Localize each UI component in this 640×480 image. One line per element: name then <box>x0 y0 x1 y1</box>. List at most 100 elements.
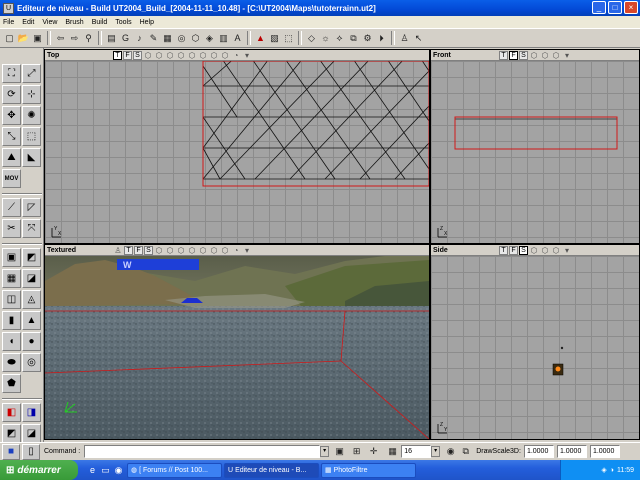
grid-dropdown-arrow[interactable]: ▾ <box>431 446 441 457</box>
grid-size-select[interactable]: 16 <box>401 445 432 458</box>
vertex-snap-icon[interactable]: ✛ <box>367 445 380 459</box>
vertex-mode-icon[interactable]: ⊹ <box>22 85 41 104</box>
menu-brush[interactable]: Brush <box>65 19 83 26</box>
dynamic-light-icon[interactable]: ⬡ <box>551 246 561 255</box>
static-mesh-browser-icon[interactable]: ◈ <box>203 31 216 45</box>
new-map-icon[interactable]: ▢ <box>3 31 16 45</box>
realtime-preview-icon[interactable]: ◔ <box>231 246 241 255</box>
realtime-preview-icon[interactable]: ◔ <box>231 51 241 60</box>
dynamic-light-icon[interactable]: ⬡ <box>209 246 219 255</box>
music-browser-icon[interactable]: ♪ <box>133 31 146 45</box>
linear-stair-icon[interactable]: ◪ <box>22 269 41 288</box>
menu-edit[interactable]: Edit <box>22 19 34 26</box>
build-lighting-icon[interactable]: ☼ <box>319 31 332 45</box>
clock[interactable]: 11:59 <box>617 467 634 474</box>
log-window-icon[interactable]: ▣ <box>333 445 346 459</box>
sheet-brush-icon[interactable]: ▦ <box>2 269 21 288</box>
side-viewport-canvas[interactable]: ZY <box>431 256 639 439</box>
build-paths-icon[interactable]: ⟡ <box>333 31 346 45</box>
person-icon[interactable]: ♙ <box>398 31 411 45</box>
wireframe-icon[interactable]: ⬡ <box>529 51 539 60</box>
depth-complexity-icon[interactable]: ⬡ <box>220 51 230 60</box>
volumetric-icon[interactable]: ◬ <box>22 290 41 309</box>
csg-add-icon[interactable]: ◧ <box>2 403 21 422</box>
minimize-button[interactable]: _ <box>592 1 606 14</box>
font-browser-icon[interactable]: A <box>231 31 244 45</box>
textured-view-f-button[interactable]: F <box>134 245 143 255</box>
face-drag-icon[interactable]: ◣ <box>22 148 41 167</box>
texture-browser-icon[interactable]: ▦ <box>161 31 174 45</box>
csg-deintersect-icon[interactable]: ◪ <box>22 424 41 443</box>
lighting-only-icon[interactable]: ⬡ <box>209 51 219 60</box>
desktop-quicklaunch-icon[interactable]: ▭ <box>99 463 112 477</box>
drawscale-x-field[interactable]: 1.0000 <box>523 445 554 458</box>
curved-stair-icon[interactable]: ◩ <box>22 248 41 267</box>
curved-brush-icon[interactable]: ◖ <box>2 332 21 351</box>
group-browser-icon[interactable]: G <box>119 31 132 45</box>
side-view-s-button[interactable]: S <box>519 245 528 255</box>
csg-subtract-icon[interactable]: ◨ <box>22 403 41 422</box>
matinee-icon[interactable]: ▧ <box>268 31 281 45</box>
search-actors-icon[interactable]: ⚲ <box>82 31 95 45</box>
line-clip-icon[interactable]: ⟋ <box>2 198 21 217</box>
texture-usage-icon[interactable]: ⬡ <box>165 51 175 60</box>
sound-browser-icon[interactable]: ✎ <box>147 31 160 45</box>
camera-person-icon[interactable]: ♙ <box>113 246 123 255</box>
play-map-icon[interactable]: ⏵ <box>375 31 388 45</box>
maximize-viewport-icon[interactable]: ⧉ <box>459 445 472 459</box>
command-input[interactable] <box>84 445 321 458</box>
grid-toggle-icon[interactable]: ▦ <box>386 445 399 459</box>
show-selected-icon[interactable]: ▯ <box>22 443 40 460</box>
taskbar-item-forums[interactable]: ◍ [ Forums // Post 100... <box>127 462 222 478</box>
top-view-s-button[interactable]: S <box>133 50 142 60</box>
browser-quicklaunch-icon[interactable]: e <box>86 463 99 477</box>
textured-view-s-button[interactable]: S <box>144 245 153 255</box>
shear-mode-icon[interactable]: ⤡ <box>2 127 21 146</box>
command-dropdown-arrow[interactable]: ▾ <box>320 446 330 457</box>
redo-icon[interactable]: ⇨ <box>68 31 81 45</box>
movie-mode-icon[interactable]: MOV <box>2 169 21 188</box>
textured-viewport-canvas[interactable]: W <box>45 256 429 439</box>
menu-tools[interactable]: Tools <box>115 19 131 26</box>
dynamic-light-icon[interactable]: ⬡ <box>198 51 208 60</box>
polygon-icon[interactable]: ◸ <box>22 198 41 217</box>
drawscale-y-field[interactable]: 1.0000 <box>556 445 587 458</box>
terrain-editor-icon[interactable]: ▲ <box>254 31 267 45</box>
menu-file[interactable]: File <box>3 19 14 26</box>
drawscale-z-field[interactable]: 1.0000 <box>589 445 620 458</box>
network-icon[interactable]: ◈ <box>601 466 606 474</box>
viewport-options-icon[interactable]: ▾ <box>562 51 572 60</box>
viewport-options-icon[interactable]: ▾ <box>242 246 252 255</box>
lock-selection-icon[interactable]: ⊞ <box>350 445 363 459</box>
media-quicklaunch-icon[interactable]: ◉ <box>112 463 125 477</box>
save-map-icon[interactable]: ▣ <box>31 31 44 45</box>
undo-icon[interactable]: ⇦ <box>54 31 67 45</box>
rotation-grid-icon[interactable]: ◉ <box>444 445 457 459</box>
front-viewport[interactable]: Front T F S ⬡ ⬡ ⬡ ▾ ZX <box>430 49 640 244</box>
clip-flip-icon[interactable]: ⤧ <box>22 219 41 238</box>
front-viewport-canvas[interactable]: ZX <box>431 61 639 243</box>
brush-clip-icon[interactable]: ⬚ <box>22 127 41 146</box>
textured-icon[interactable]: ⬡ <box>187 51 197 60</box>
menu-help[interactable]: Help <box>140 19 154 26</box>
cylinder-brush-icon[interactable]: ▮ <box>2 311 21 330</box>
maximize-button[interactable]: □ <box>608 1 622 14</box>
prefab-browser-icon[interactable]: ⬡ <box>189 31 202 45</box>
dynamic-light-icon[interactable]: ⬡ <box>551 51 561 60</box>
terrain-mode-icon[interactable]: ⛰ <box>2 148 21 167</box>
mesh-browser-icon[interactable]: ◎ <box>175 31 188 45</box>
actor-browser-icon[interactable]: ▤ <box>105 31 118 45</box>
open-map-icon[interactable]: 📂 <box>17 31 30 45</box>
animation-browser-icon[interactable]: ▥ <box>217 31 230 45</box>
camera-mode-icon[interactable]: ⛶ <box>2 64 21 83</box>
build-all-icon[interactable]: ⧉ <box>347 31 360 45</box>
viewport-options-icon[interactable]: ▾ <box>562 246 572 255</box>
textured-view-t-button[interactable]: T <box>124 245 133 255</box>
sphere-brush-icon[interactable]: ● <box>22 332 41 351</box>
spiral-stair-icon[interactable]: ◫ <box>2 290 21 309</box>
top-view-f-button[interactable]: F <box>123 50 132 60</box>
front-view-f-button[interactable]: F <box>509 50 518 60</box>
textured-icon[interactable]: ⬡ <box>540 51 550 60</box>
move-mode-icon[interactable]: ✥ <box>2 106 21 125</box>
top-viewport-canvas[interactable]: YX <box>45 61 429 243</box>
